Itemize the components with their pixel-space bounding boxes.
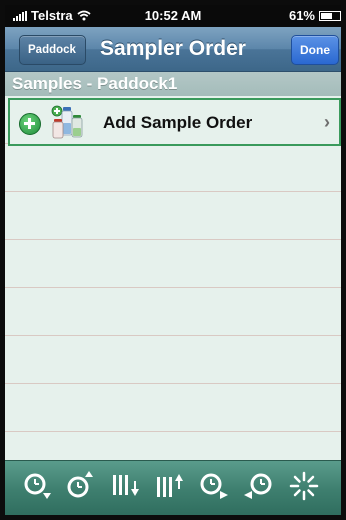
spinner-icon[interactable]	[287, 469, 321, 503]
chevron-right-icon: ›	[324, 112, 330, 132]
navigation-bar: Paddock Sampler Order Done	[5, 27, 341, 72]
section-header: Samples - Paddock1	[5, 72, 341, 96]
status-right: 61%	[289, 8, 341, 23]
table-view[interactable]	[5, 96, 341, 466]
status-bar: Telstra 10:52 AM 61%	[5, 5, 341, 27]
battery-icon	[319, 10, 341, 21]
add-sample-order-label: Add Sample Order	[103, 113, 253, 132]
done-button[interactable]: Done	[291, 35, 339, 65]
app-screen: Telstra 10:52 AM 61% Paddock Sampler Ord…	[5, 5, 341, 515]
zoom-down-icon[interactable]	[21, 469, 55, 503]
zoom-left-icon[interactable]	[241, 469, 275, 503]
bottom-toolbar	[5, 460, 341, 515]
zoom-right-icon[interactable]	[197, 469, 231, 503]
sample-bottles-icon	[51, 105, 83, 139]
zoom-up-icon[interactable]	[65, 469, 99, 503]
sort-up-icon[interactable]	[153, 469, 187, 503]
add-sample-order-row[interactable]: Add Sample Order ›	[8, 98, 341, 146]
add-icon[interactable]	[19, 113, 41, 135]
battery-percent: 61%	[288, 8, 315, 23]
sort-down-icon[interactable]	[109, 469, 143, 503]
